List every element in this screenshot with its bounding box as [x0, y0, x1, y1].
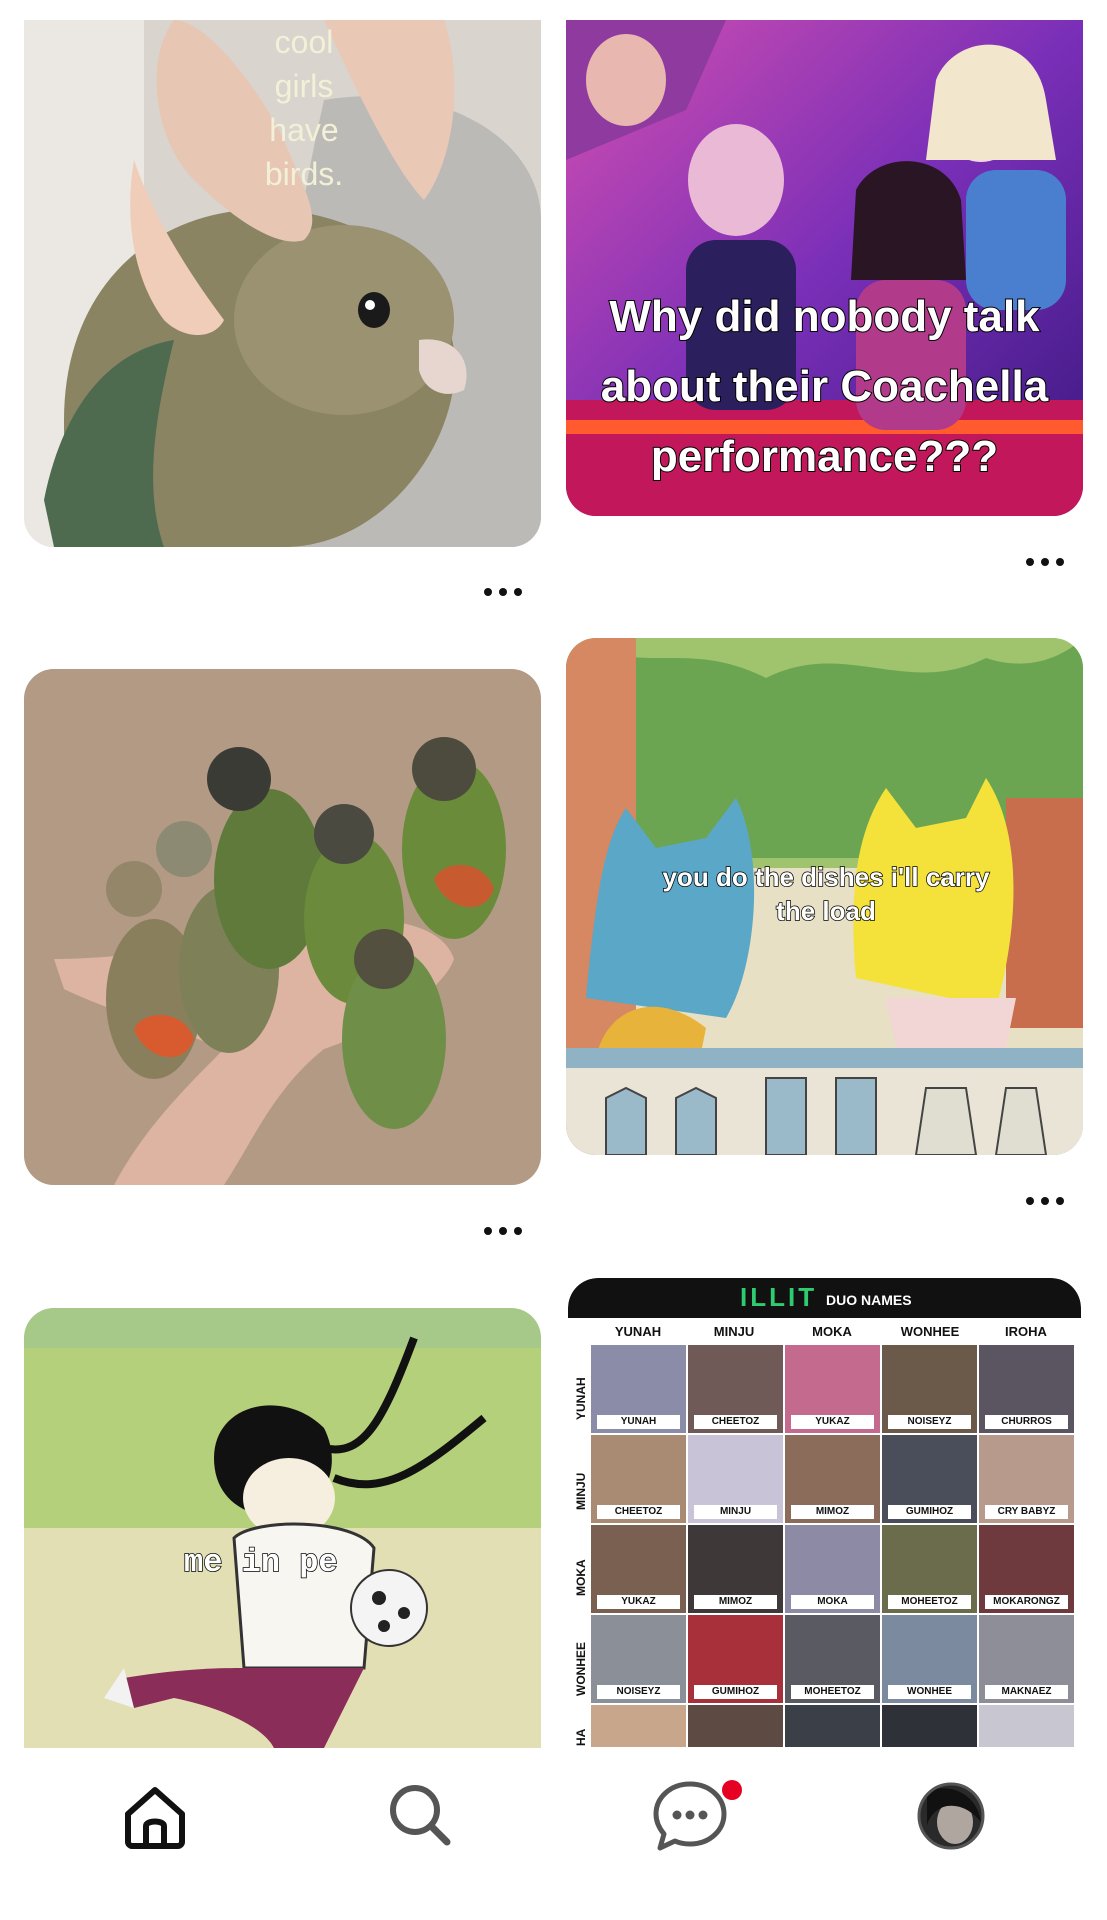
pin-soccer-caption: me in pe: [183, 1543, 338, 1582]
pin-cats-image[interactable]: you do the dishes i'll carry the load: [566, 638, 1083, 1155]
pin-bird-image[interactable]: cool girls have birds.: [24, 20, 541, 547]
pin-cats-more-button[interactable]: [1022, 1195, 1068, 1207]
illit-cell: YUKAZ: [590, 1524, 687, 1614]
illit-cell: YUNAH: [590, 1344, 687, 1434]
nav-search-button[interactable]: [385, 1780, 455, 1850]
pin-soccer-image[interactable]: me in pe: [24, 1308, 541, 1748]
pin-cats-caption: you do the dishes i'll carry the load: [662, 861, 990, 927]
illit-cell: MINJU: [687, 1434, 784, 1524]
illit-cell: CRY BABYZ: [978, 1434, 1075, 1524]
illit-col-iroha: IROHA: [1005, 1324, 1047, 1339]
illit-header: [568, 1278, 1081, 1318]
nav-profile-button[interactable]: [917, 1782, 985, 1850]
nav-messages-button[interactable]: [652, 1778, 742, 1852]
bottom-nav: [0, 1748, 1107, 1920]
illit-cell: CHURROS: [978, 1344, 1075, 1434]
illit-row-moka: MOKA: [574, 1559, 588, 1596]
illit-cell: MOKA: [784, 1524, 881, 1614]
pin-coachella-caption: Why did nobody talk about their Coachell…: [600, 291, 1049, 482]
notification-dot: [722, 1780, 742, 1800]
illit-subtitle: DUO NAMES: [826, 1292, 912, 1308]
illit-cell: WONHEE: [881, 1614, 978, 1704]
pin-coachella-image[interactable]: Why did nobody talk about their Coachell…: [566, 20, 1083, 516]
home-icon: [125, 1787, 185, 1849]
illit-cell: YUKAZ: [784, 1344, 881, 1434]
illit-col-yunah: YUNAH: [614, 1324, 662, 1339]
illit-cell: [978, 1704, 1075, 1748]
parrots-photo: [24, 669, 541, 1185]
illit-row-wonhee: WONHEE: [574, 1642, 588, 1696]
pin-parrots-image[interactable]: [24, 669, 541, 1185]
illit-cell: NOISEYZ: [590, 1614, 687, 1704]
illit-cell: [784, 1704, 881, 1748]
illit-cell: NOISEYZ: [881, 1344, 978, 1434]
illit-cell: CHEETOZ: [687, 1344, 784, 1434]
pin-bird-more-button[interactable]: [480, 586, 526, 598]
illit-cell: MOHEETOZ: [881, 1524, 978, 1614]
chat-bubble-icon: [653, 1780, 742, 1851]
illit-cell: [590, 1704, 687, 1748]
pin-illit-image[interactable]: ILLIT DUO NAMES YUNAH MINJU MOKA WONHEE …: [568, 1278, 1081, 1748]
illit-row-yunah: YUNAH: [574, 1377, 588, 1420]
illit-cell: MOHEETOZ: [784, 1614, 881, 1704]
pin-bird-caption: cool girls have birds.: [264, 24, 344, 192]
illit-cell: MOKARONGZ: [978, 1524, 1075, 1614]
soccer-cartoon: [24, 1308, 541, 1748]
search-icon: [390, 1785, 451, 1846]
illit-cell: [687, 1704, 784, 1748]
avatar: [917, 1782, 985, 1850]
illit-col-moka: MOKA: [812, 1324, 852, 1339]
illit-title: ILLIT: [740, 1282, 818, 1312]
illit-cell: MAKNAEZ: [978, 1614, 1075, 1704]
illit-cell: GUMIHOZ: [881, 1434, 978, 1524]
illit-cell: CHEETOZ: [590, 1434, 687, 1524]
illit-col-wonhee: WONHEE: [900, 1324, 960, 1339]
pin-parrots-more-button[interactable]: [480, 1225, 526, 1237]
nav-home-button[interactable]: [120, 1780, 190, 1850]
illit-col-minju: MINJU: [713, 1324, 755, 1339]
illit-cell: MIMOZ: [784, 1434, 881, 1524]
pin-coachella-more-button[interactable]: [1022, 556, 1068, 568]
illit-cell: GUMIHOZ: [687, 1614, 784, 1704]
illit-cell: MIMOZ: [687, 1524, 784, 1614]
illit-cell: [881, 1704, 978, 1748]
illit-row-minju: MINJU: [574, 1472, 588, 1510]
illit-row-ha: HA: [574, 1728, 588, 1746]
